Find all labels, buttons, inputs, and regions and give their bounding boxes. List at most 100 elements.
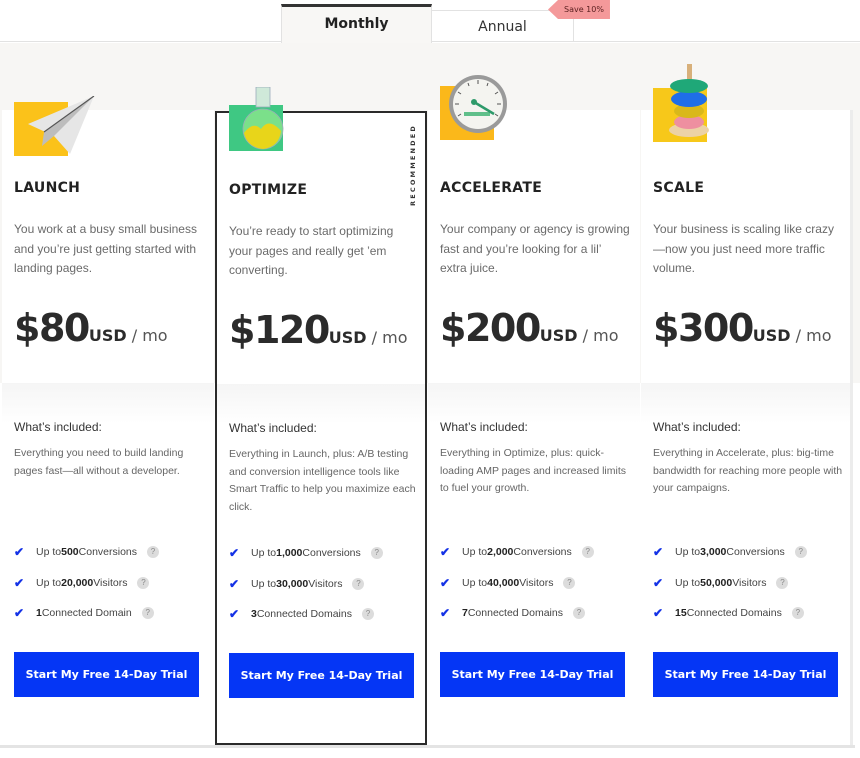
- feature-text: Visitors: [519, 576, 554, 589]
- feature-text: Up to: [36, 576, 62, 589]
- plan-price: $200USD / mo: [440, 306, 619, 350]
- check-icon: ✔: [440, 606, 451, 620]
- feature-domains: ✔ 7 Connected Domains?: [440, 607, 594, 638]
- feature-text: Up to: [675, 546, 701, 558]
- plan-description: You’re ready to start optimizing your pa…: [229, 224, 394, 277]
- help-icon[interactable]: ?: [352, 577, 365, 590]
- feature-conversions: ✔ Up to 3,000 Conversions?: [653, 546, 807, 577]
- price-amount: $80: [14, 306, 90, 350]
- feature-value: 30,000: [276, 577, 309, 590]
- included-description: Everything you need to build landing pag…: [14, 447, 184, 477]
- feature-text: Visitors: [93, 576, 128, 589]
- recommended-badge: RECOMMENDED: [409, 124, 417, 206]
- feature-text: Up to: [251, 547, 277, 559]
- feature-text: Up to: [251, 577, 277, 590]
- check-icon: ✔: [14, 545, 25, 559]
- feature-list: ✔ Up to 2,000 Conversions? ✔ Up to 40,000 …: [440, 546, 594, 638]
- plan-price: $120USD / mo: [229, 308, 408, 352]
- price-currency: USD: [752, 326, 791, 345]
- help-icon[interactable]: ?: [791, 607, 804, 619]
- plan-name: SCALE: [653, 180, 705, 196]
- save-badge: Save 10%: [548, 0, 610, 19]
- included-title: What’s included:: [14, 420, 102, 434]
- plan-card-launch: LAUNCH You work at a busy small business…: [2, 95, 214, 746]
- price-currency: USD: [539, 326, 578, 345]
- price-currency: USD: [88, 326, 127, 345]
- feature-domains: ✔ 1 Connected Domain?: [14, 607, 159, 638]
- feature-text: Up to: [462, 576, 488, 589]
- feature-text: Conversions: [78, 546, 138, 558]
- feature-visitors: ✔ Up to 20,000 Visitors?: [14, 575, 159, 608]
- tab-monthly[interactable]: Monthly: [281, 4, 432, 43]
- help-icon[interactable]: ?: [776, 576, 789, 589]
- feature-conversions: ✔ Up to 1,000 Conversions?: [229, 547, 383, 578]
- feature-value: 500: [61, 546, 79, 558]
- feature-text: Connected Domain: [41, 607, 132, 619]
- feature-value: 3,000: [700, 546, 727, 558]
- plan-name: ACCELERATE: [440, 180, 543, 196]
- feature-value: 20,000: [61, 576, 94, 589]
- check-icon: ✔: [653, 606, 664, 620]
- included-description: Everything in Optimize, plus: quick-load…: [440, 447, 627, 494]
- tab-annual[interactable]: Annual: [432, 10, 574, 42]
- start-trial-button[interactable]: Start My Free 14-Day Trial: [229, 653, 414, 698]
- check-icon: ✔: [14, 606, 25, 620]
- help-icon[interactable]: ?: [147, 546, 160, 558]
- help-icon[interactable]: ?: [794, 546, 807, 558]
- price-period: / mo: [366, 328, 408, 347]
- feature-text: Conversions: [302, 547, 361, 559]
- feature-text: Connected Domains: [467, 607, 563, 619]
- feature-value: 15: [675, 607, 687, 619]
- feature-conversions: ✔ Up to 500 Conversions?: [14, 545, 160, 577]
- plan-description: Your company or agency is growing fast a…: [440, 222, 630, 275]
- flask-icon: [229, 87, 285, 155]
- start-trial-button[interactable]: Start My Free 14-Day Trial: [653, 652, 838, 697]
- help-icon[interactable]: ?: [563, 576, 576, 589]
- feature-list: ✔ Up to 1,000 Conversions? ✔ Up to 30,000 …: [229, 547, 383, 639]
- help-icon[interactable]: ?: [141, 607, 154, 619]
- start-trial-button[interactable]: Start My Free 14-Day Trial: [440, 652, 625, 697]
- feature-text: Connected Domains: [256, 608, 352, 620]
- feature-list: ✔ Up to 3,000 Conversions? ✔ Up to 50,000 …: [653, 546, 807, 638]
- plan-name: OPTIMIZE: [229, 182, 308, 198]
- feature-text: Visitors: [732, 576, 767, 589]
- check-icon: ✔: [14, 575, 25, 590]
- check-icon: ✔: [653, 545, 664, 559]
- feature-text: Connected Domains: [686, 607, 782, 619]
- start-trial-button[interactable]: Start My Free 14-Day Trial: [14, 652, 199, 697]
- feature-list: ✔ Up to 500 Conversions? ✔ Up to 20,000 Vi…: [14, 545, 160, 638]
- plan-price: $300USD / mo: [653, 306, 832, 350]
- price-amount: $120: [229, 308, 330, 352]
- help-icon[interactable]: ?: [581, 546, 594, 558]
- feature-text: Up to: [36, 546, 62, 558]
- included-title: What’s included:: [440, 420, 528, 434]
- feature-text: Visitors: [308, 577, 343, 590]
- price-currency: USD: [328, 328, 367, 347]
- feature-text: Conversions: [513, 546, 572, 558]
- help-icon[interactable]: ?: [137, 576, 150, 589]
- price-amount: $300: [653, 306, 754, 350]
- feature-domains: ✔ 15 Connected Domains?: [653, 607, 807, 638]
- paper-plane-icon: [14, 95, 95, 156]
- feature-visitors: ✔ Up to 30,000 Visitors?: [229, 576, 383, 609]
- plan-name: LAUNCH: [14, 180, 81, 196]
- billing-tabs: Monthly Annual Save 10%: [0, 0, 860, 43]
- feature-value: 2,000: [487, 546, 514, 558]
- plan-price: $80USD / mo: [14, 306, 168, 350]
- included-description: Everything in Accelerate, plus: big-time…: [653, 447, 843, 494]
- check-icon: ✔: [440, 545, 451, 559]
- help-icon[interactable]: ?: [361, 608, 374, 620]
- help-icon[interactable]: ?: [572, 607, 585, 619]
- feature-visitors: ✔ Up to 50,000 Visitors?: [653, 576, 807, 608]
- feature-value: 50,000: [700, 576, 733, 589]
- feature-domains: ✔ 3 Connected Domains?: [229, 608, 383, 639]
- plan-card-accelerate: ACCELERATE Your company or agency is gro…: [428, 75, 640, 746]
- price-period: / mo: [577, 326, 619, 345]
- help-icon[interactable]: ?: [370, 547, 383, 559]
- included-title: What’s included:: [653, 420, 741, 434]
- feature-visitors: ✔ Up to 40,000 Visitors?: [440, 576, 594, 608]
- speedometer-icon: [440, 75, 507, 152]
- price-amount: $200: [440, 306, 541, 350]
- feature-text: Conversions: [726, 546, 785, 558]
- check-icon: ✔: [229, 576, 240, 591]
